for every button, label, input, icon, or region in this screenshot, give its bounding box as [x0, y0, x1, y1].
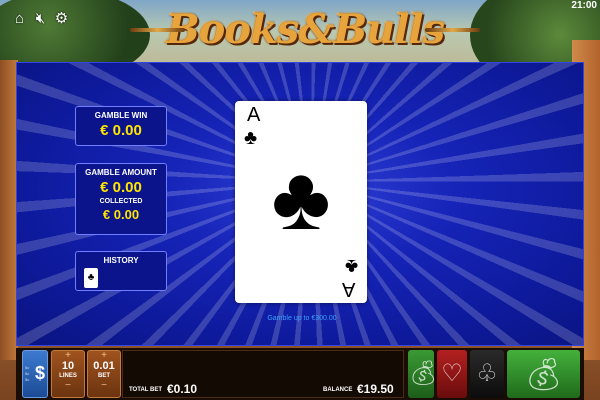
game-logo: Books&Bulls — [130, 2, 480, 58]
gamble-amount-value: € 0.00 — [100, 179, 142, 196]
card-rank-top: A — [247, 104, 261, 126]
bet-value: 0.01 — [93, 360, 115, 372]
collected-label: COLLECTED — [99, 198, 143, 205]
total-bet-value: €0.10 — [167, 382, 198, 396]
dollar-icon: $ — [34, 363, 45, 383]
balance-label: BALANCE — [323, 387, 353, 393]
club-icon: ♧ — [476, 360, 498, 387]
gamble-limit-text: Gamble up to €300.00 — [267, 315, 337, 322]
gamble-win-box: GAMBLE WIN € 0.00 — [75, 106, 167, 146]
logo-ornament-left — [130, 28, 185, 32]
balance-value: €19.50 — [357, 382, 394, 396]
speaker-muted-icon[interactable]: 🔇︎ — [33, 11, 48, 26]
lines-value: 10 — [61, 360, 75, 372]
bet-minus-button[interactable]: − — [88, 381, 120, 391]
gamble-amount-label: GAMBLE AMOUNT — [85, 168, 157, 177]
game-screen: ⌂ 🔇︎ ⚙ 21:00 Books&Bulls GAMBLE WIN € 0.… — [0, 0, 600, 400]
home-icon[interactable]: ⌂ — [12, 11, 27, 26]
clock: 21:00 — [571, 0, 597, 11]
history-card: ♣ — [84, 268, 98, 288]
heart-icon: ♡ — [441, 360, 463, 387]
collect-large-button[interactable]: 💰︎ — [507, 350, 580, 398]
info-display: TOTAL BET €0.10 BALANCE €19.50 — [122, 350, 404, 398]
control-bar: 5c 5c 5c $ + 10 LINES − + 0.01 BET − TOTAL… — [16, 348, 584, 400]
red-button[interactable]: ♡ — [437, 350, 467, 398]
club-icon: ♣ — [244, 127, 258, 149]
history-box: HISTORY ♣ — [75, 251, 167, 291]
gamble-panel: GAMBLE WIN € 0.00 GAMBLE AMOUNT € 0.00 C… — [16, 62, 584, 346]
lines-minus-button[interactable]: − — [52, 381, 84, 391]
history-label: HISTORY — [103, 256, 139, 265]
gamble-win-value: € 0.00 — [100, 122, 142, 139]
gear-icon[interactable]: ⚙ — [54, 11, 69, 26]
denomination-list-icon: 5c 5c 5c — [25, 365, 30, 382]
total-bet-label: TOTAL BET — [129, 387, 162, 393]
logo-text: Books&Bulls — [165, 6, 445, 53]
collect-button[interactable]: 💰︎ — [408, 350, 439, 398]
money-bag-icon: 💰︎ — [408, 360, 439, 387]
club-icon: ♣ — [271, 149, 331, 249]
playing-card: A ♣ ♣ ♣ A — [235, 101, 367, 303]
card-rank-bottom: A — [341, 278, 355, 300]
gamble-win-label: GAMBLE WIN — [94, 111, 148, 120]
bet-stepper[interactable]: + 0.01 BET − — [87, 350, 121, 398]
collected-value: € 0.00 — [102, 207, 140, 222]
gamble-amount-box: GAMBLE AMOUNT € 0.00 COLLECTED € 0.00 — [75, 163, 167, 235]
lines-stepper[interactable]: + 10 LINES − — [51, 350, 85, 398]
denomination-button[interactable]: 5c 5c 5c $ — [22, 350, 48, 398]
club-icon: ♣ — [344, 255, 358, 277]
money-bag-icon: 💰︎ — [523, 356, 564, 392]
logo-ornament-right — [425, 28, 480, 32]
system-toolbar: ⌂ 🔇︎ ⚙ — [12, 11, 69, 26]
black-button[interactable]: ♧ — [470, 350, 504, 398]
